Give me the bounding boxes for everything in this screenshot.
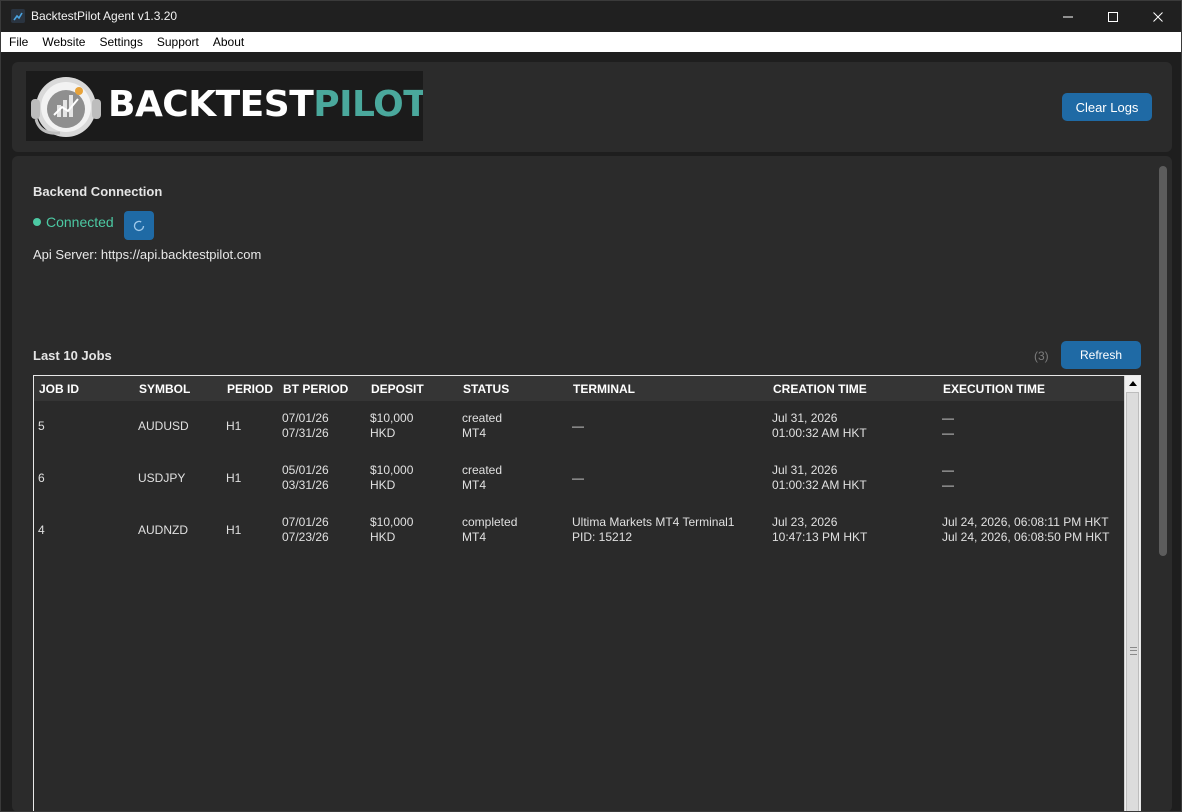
menu-bar: File Website Settings Support About xyxy=(1,32,1181,52)
maximize-icon xyxy=(1108,11,1118,22)
table-row[interactable]: 5 AUDUSD H1 07/01/26 07/31/26 $10,000 HKD … xyxy=(34,401,1124,453)
refresh-button[interactable]: Refresh xyxy=(1061,341,1141,369)
header-panel: BACKTESTPILOT Clear Logs xyxy=(12,62,1172,152)
refresh-icon xyxy=(133,220,145,231)
minimize-icon xyxy=(1063,16,1073,17)
table-header: JOB ID SYMBOL PERIOD BT PERIOD DEPOSIT S… xyxy=(34,376,1124,401)
backtestpilot-logo: BACKTESTPILOT xyxy=(26,71,423,141)
connection-status: Connected xyxy=(33,214,114,230)
window-title: BacktestPilot Agent v1.3.20 xyxy=(31,9,178,23)
cell-execution-time: — — xyxy=(942,463,954,492)
cell-symbol: AUDNZD xyxy=(138,523,188,537)
menu-file[interactable]: File xyxy=(1,32,36,52)
cell-symbol: AUDUSD xyxy=(138,419,189,433)
table-row[interactable]: 4 AUDNZD H1 07/01/26 07/23/26 $10,000 HKD … xyxy=(34,505,1124,557)
cell-deposit: $10,000 HKD xyxy=(370,463,414,492)
cell-period: H1 xyxy=(226,471,242,485)
grip-icon xyxy=(1130,647,1137,655)
cell-terminal: — xyxy=(572,471,584,485)
col-execution-time[interactable]: EXECUTION TIME xyxy=(943,382,1045,396)
cell-terminal: — xyxy=(572,419,584,433)
cell-status: created MT4 xyxy=(462,463,503,492)
minimize-button[interactable] xyxy=(1045,1,1091,32)
api-server-label: Api Server: https://api.backtestpilot.co… xyxy=(33,247,262,262)
scroll-up-button[interactable] xyxy=(1125,376,1140,390)
cell-period: H1 xyxy=(226,419,242,433)
close-icon xyxy=(1153,11,1163,22)
scroll-up-arrow-icon xyxy=(1129,381,1137,386)
cell-deposit: $10,000 HKD xyxy=(370,515,414,544)
col-creation-time[interactable]: CREATION TIME xyxy=(773,382,867,396)
cell-symbol: USDJPY xyxy=(138,471,186,485)
close-button[interactable] xyxy=(1135,1,1181,32)
col-deposit[interactable]: DEPOSIT xyxy=(371,382,424,396)
cell-job-id: 5 xyxy=(38,419,45,433)
menu-about[interactable]: About xyxy=(205,32,252,52)
content-area: BACKTESTPILOT Clear Logs Backend Connect… xyxy=(1,52,1181,811)
panel-scrollbar[interactable] xyxy=(1159,166,1167,556)
app-icon xyxy=(11,9,25,23)
jobs-table: JOB ID SYMBOL PERIOD BT PERIOD DEPOSIT S… xyxy=(33,375,1141,811)
cell-terminal: Ultima Markets MT4 Terminal1 PID: 15212 xyxy=(572,515,735,544)
col-job-id[interactable]: JOB ID xyxy=(39,382,79,396)
app-window: BacktestPilot Agent v1.3.20 File Website… xyxy=(0,0,1182,812)
jobs-title: Last 10 Jobs xyxy=(33,348,112,363)
cell-deposit: $10,000 HKD xyxy=(370,411,414,440)
pilot-mascot-icon xyxy=(31,77,101,137)
col-period[interactable]: PERIOD xyxy=(227,382,273,396)
backend-connection-title: Backend Connection xyxy=(33,184,163,199)
col-status[interactable]: STATUS xyxy=(463,382,509,396)
reconnect-button[interactable] xyxy=(124,211,154,240)
logo-wordmark: BACKTESTPILOT xyxy=(108,84,423,125)
cell-bt-period: 05/01/26 03/31/26 xyxy=(282,463,329,492)
cell-creation-time: Jul 31, 2026 01:00:32 AM HKT xyxy=(772,463,867,492)
cell-creation-time: Jul 23, 2026 10:47:13 PM HKT xyxy=(772,515,868,544)
title-bar: BacktestPilot Agent v1.3.20 xyxy=(1,1,1181,32)
jobs-count: (3) xyxy=(1034,349,1049,363)
menu-support[interactable]: Support xyxy=(149,32,207,52)
col-bt-period[interactable]: BT PERIOD xyxy=(283,382,348,396)
col-symbol[interactable]: SYMBOL xyxy=(139,382,190,396)
clear-logs-button[interactable]: Clear Logs xyxy=(1062,93,1152,121)
cell-period: H1 xyxy=(226,523,242,537)
cell-job-id: 4 xyxy=(38,523,45,537)
cell-creation-time: Jul 31, 2026 01:00:32 AM HKT xyxy=(772,411,867,440)
col-terminal[interactable]: TERMINAL xyxy=(573,382,635,396)
cell-execution-time: Jul 24, 2026, 06:08:11 PM HKT Jul 24, 202… xyxy=(942,515,1110,544)
cell-bt-period: 07/01/26 07/23/26 xyxy=(282,515,329,544)
menu-settings[interactable]: Settings xyxy=(91,32,150,52)
table-row[interactable]: 6 USDJPY H1 05/01/26 03/31/26 $10,000 HKD … xyxy=(34,453,1124,505)
cell-job-id: 6 xyxy=(38,471,45,485)
main-panel: Backend Connection Connected Api Server:… xyxy=(12,156,1172,811)
status-dot-icon xyxy=(33,218,41,226)
maximize-button[interactable] xyxy=(1090,1,1136,32)
cell-bt-period: 07/01/26 07/31/26 xyxy=(282,411,329,440)
status-text: Connected xyxy=(46,214,114,230)
table-scrollbar[interactable] xyxy=(1124,376,1140,811)
scroll-thumb[interactable] xyxy=(1126,392,1139,811)
cell-execution-time: — — xyxy=(942,411,954,440)
cell-status: completed MT4 xyxy=(462,515,518,544)
cell-status: created MT4 xyxy=(462,411,503,440)
menu-website[interactable]: Website xyxy=(34,32,93,52)
